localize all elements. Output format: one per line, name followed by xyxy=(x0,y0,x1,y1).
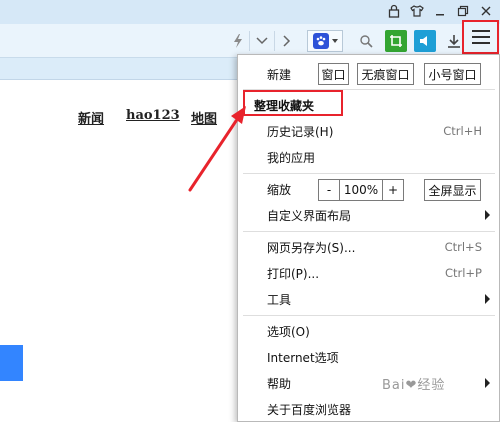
zoom-level-value: 100% xyxy=(343,183,379,197)
menu-divider xyxy=(243,231,495,232)
sound-icon[interactable] xyxy=(414,30,436,52)
link-news[interactable]: 新闻 xyxy=(78,108,104,127)
search-engine-selector[interactable] xyxy=(307,30,343,52)
submenu-arrow-icon xyxy=(485,210,490,220)
lightning-icon[interactable] xyxy=(227,30,249,52)
menu-item-history[interactable]: 历史记录(H) Ctrl+H xyxy=(238,118,500,144)
menu-shortcut: Ctrl+S xyxy=(444,240,482,254)
zoom-in-label: + xyxy=(387,183,399,197)
menu-item-options[interactable]: 选项(O) xyxy=(238,318,500,344)
menu-item-label: 网页另存为(S)... xyxy=(267,240,356,255)
new-incognito-label: 无痕窗口 xyxy=(361,67,410,82)
menu-zoom-label: 缩放 xyxy=(267,182,292,197)
new-small-window-button[interactable]: 小号窗口 xyxy=(424,63,481,85)
menu-item-internet-options[interactable]: Internet选项 xyxy=(238,344,500,370)
menu-shortcut: Ctrl+P xyxy=(444,266,482,280)
menu-item-my-apps[interactable]: 我的应用 xyxy=(238,144,500,170)
menu-item-label: 选项(O) xyxy=(267,324,310,339)
menu-item-label: 工具 xyxy=(267,292,292,307)
crop-icon[interactable] xyxy=(385,30,407,52)
menu-item-customize-layout[interactable]: 自定义界面布局 xyxy=(238,202,500,228)
zoom-in-button[interactable]: + xyxy=(382,179,404,201)
skin-shirt-icon[interactable] xyxy=(407,2,427,20)
menu-item-label: 帮助 xyxy=(267,376,292,391)
fullscreen-button[interactable]: 全屏显示 xyxy=(424,179,481,201)
menu-item-print[interactable]: 打印(P)... Ctrl+P xyxy=(238,260,500,286)
menu-item-about[interactable]: 关于百度浏览器 xyxy=(238,396,500,422)
chevron-down-icon[interactable] xyxy=(251,30,273,52)
hamburger-menu-icon xyxy=(471,30,490,44)
zoom-out-button[interactable]: - xyxy=(318,179,340,201)
menu-item-label: 我的应用 xyxy=(267,150,316,165)
new-window-label: 窗口 xyxy=(321,67,346,82)
menu-item-label: 自定义界面布局 xyxy=(267,208,352,223)
restore-icon[interactable] xyxy=(453,2,473,20)
menu-item-label: 打印(P)... xyxy=(267,266,320,281)
submenu-arrow-icon xyxy=(485,378,490,388)
submenu-arrow-icon xyxy=(485,294,490,304)
link-hao123[interactable]: hao123 xyxy=(126,108,180,123)
lock-icon[interactable] xyxy=(384,2,404,20)
chevron-right-icon[interactable] xyxy=(275,30,297,52)
menu-item-save-as[interactable]: 网页另存为(S)... Ctrl+S xyxy=(238,234,500,260)
new-window-button[interactable]: 窗口 xyxy=(318,63,349,85)
zoom-level-display: 100% xyxy=(340,179,382,201)
menu-new-label: 新建 xyxy=(267,67,292,82)
menu-divider xyxy=(243,315,495,316)
fullscreen-label: 全屏显示 xyxy=(428,183,477,198)
menu-item-tools[interactable]: 工具 xyxy=(238,286,500,312)
link-map[interactable]: 地图 xyxy=(191,108,217,127)
new-incognito-button[interactable]: 无痕窗口 xyxy=(357,63,414,85)
annotation-highlight-box xyxy=(243,90,343,116)
minimize-icon[interactable] xyxy=(430,2,450,20)
toolbar-divider xyxy=(249,31,250,51)
close-icon[interactable] xyxy=(476,2,496,20)
title-bar xyxy=(0,0,500,24)
menu-shortcut: Ctrl+H xyxy=(443,124,482,138)
menu-item-label: 关于百度浏览器 xyxy=(267,402,352,417)
watermark-logo: Bai❤经验 xyxy=(382,378,446,393)
zoom-out-label: - xyxy=(326,183,332,197)
menu-item-label: Internet选项 xyxy=(267,350,339,365)
menu-item-help[interactable]: 帮助 xyxy=(238,370,500,396)
baidu-paw-icon xyxy=(312,33,329,49)
menu-item-label: 历史记录(H) xyxy=(267,124,334,139)
search-icon[interactable] xyxy=(355,30,377,52)
chevron-down-icon xyxy=(331,39,338,43)
hamburger-menu-button[interactable] xyxy=(462,20,499,54)
new-small-window-label: 小号窗口 xyxy=(428,67,477,82)
search-button[interactable] xyxy=(0,345,23,381)
menu-divider xyxy=(243,173,495,174)
